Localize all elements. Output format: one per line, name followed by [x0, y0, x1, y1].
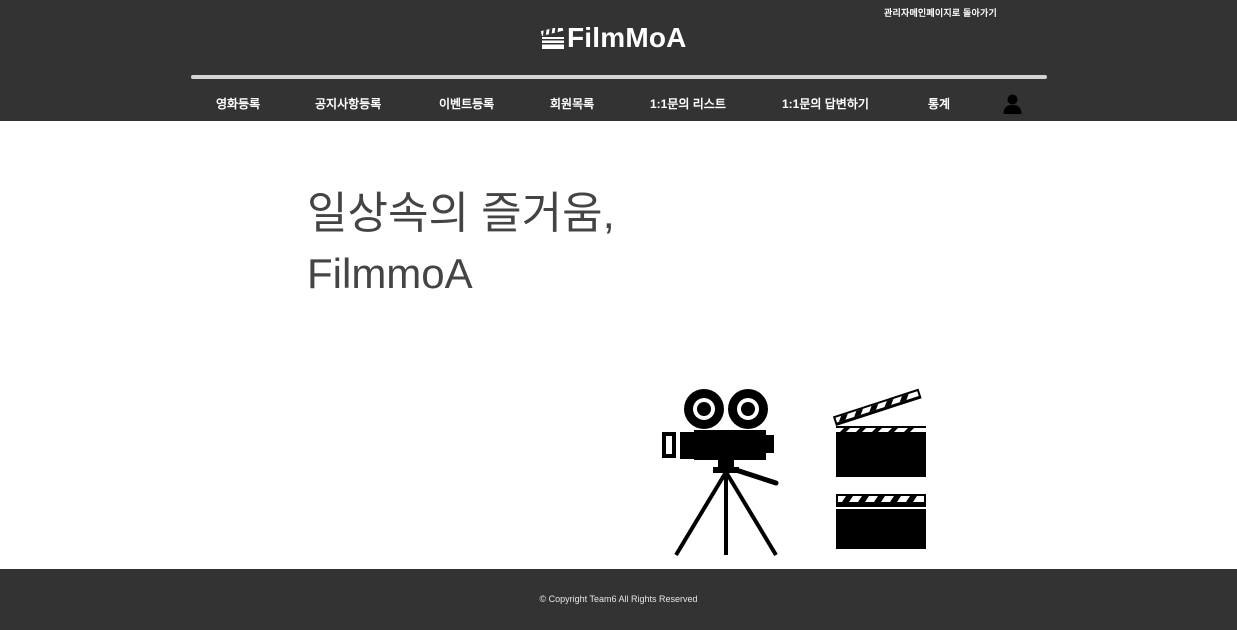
- nav-item-event-register[interactable]: 이벤트등록: [439, 95, 494, 112]
- nav-item-movie-register[interactable]: 영화등록: [216, 95, 260, 112]
- user-icon: [1003, 94, 1022, 114]
- clapperboard-icon: [541, 28, 564, 49]
- header-divider: [191, 75, 1047, 79]
- hero-line-1: 일상속의 즐거움,: [307, 189, 615, 238]
- admin-main-link[interactable]: 관리자메인페이지로 돌아가기: [884, 6, 997, 19]
- copyright-text: © Copyright Team6 All Rights Reserved: [539, 594, 698, 604]
- hero-heading: 일상속의 즐거움, FilmmoA: [307, 184, 615, 304]
- movie-camera-icon: [662, 389, 779, 557]
- clapperboard-closed-icon: [836, 494, 926, 549]
- nav-item-inquiry-list[interactable]: 1:1문의 리스트: [650, 95, 726, 112]
- site-logo[interactable]: FilmMoA: [541, 22, 687, 54]
- nav-item-inquiry-answer[interactable]: 1:1문의 답변하기: [782, 95, 869, 112]
- main-nav: 영화등록 공지사항등록 이벤트등록 회원목록 1:1문의 리스트 1:1문의 답…: [191, 82, 1047, 121]
- nav-item-statistics[interactable]: 통계: [928, 95, 950, 112]
- cinema-illustration: [662, 388, 926, 557]
- nav-item-member-list[interactable]: 회원목록: [550, 95, 594, 112]
- site-header: 관리자메인페이지로 돌아가기 FilmMoA 영화등록 공지사항등록 이벤트등록…: [0, 0, 1237, 121]
- clapperboard-icon: [832, 388, 926, 477]
- site-footer: © Copyright Team6 All Rights Reserved: [0, 569, 1237, 630]
- logo-text: FilmMoA: [567, 22, 687, 53]
- nav-item-notice-register[interactable]: 공지사항등록: [315, 95, 381, 112]
- hero-line-2: FilmmoA: [307, 250, 473, 297]
